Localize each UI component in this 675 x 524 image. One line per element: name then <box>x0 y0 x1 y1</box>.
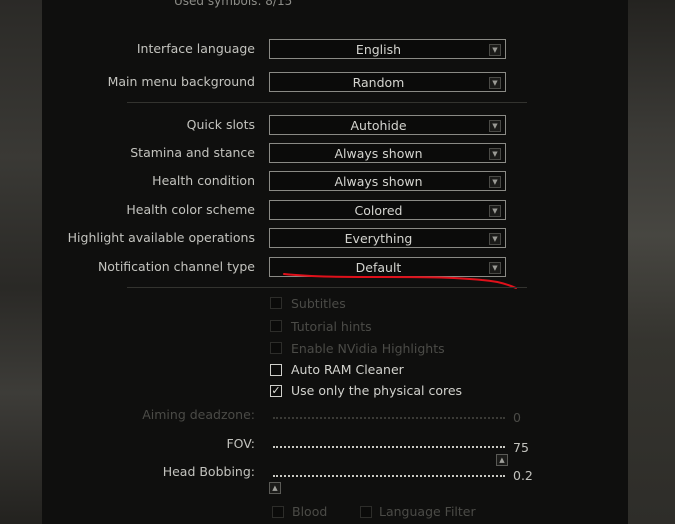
aiming-deadzone-label: Aiming deadzone: <box>142 407 255 422</box>
setting-label: Health condition <box>152 173 255 188</box>
used-symbols-text: Used symbols: 8/15 <box>174 0 293 8</box>
stamina-and-stance-select[interactable]: Always shown ▼ <box>269 143 506 163</box>
chevron-down-icon: ▼ <box>489 233 501 245</box>
setting-label: Highlight available operations <box>67 230 255 245</box>
chevron-down-icon: ▼ <box>489 205 501 217</box>
physical-cores-checkbox[interactable]: ✓ <box>270 385 282 397</box>
interface-language-select[interactable]: English ▼ <box>269 39 506 59</box>
tutorial-hints-checkbox[interactable] <box>270 320 282 332</box>
background-scene-left <box>0 0 42 524</box>
tutorial-hints-label: Tutorial hints <box>291 319 372 334</box>
select-value: Autohide <box>350 118 407 133</box>
highlight-available-operations-select[interactable]: Everything ▼ <box>269 228 506 248</box>
chevron-down-icon: ▼ <box>489 120 501 132</box>
subtitles-checkbox[interactable] <box>270 297 282 309</box>
chevron-up-icon[interactable]: ▲ <box>496 454 508 466</box>
chevron-down-icon: ▼ <box>489 44 501 56</box>
select-value: Everything <box>344 231 413 246</box>
subtitles-label: Subtitles <box>291 296 346 311</box>
setting-label: Main menu background <box>107 74 255 89</box>
section-divider <box>127 102 527 103</box>
select-value: Always shown <box>334 146 423 161</box>
auto-ram-cleaner-checkbox[interactable] <box>270 364 282 376</box>
setting-label: Health color scheme <box>126 202 255 217</box>
setting-label: Notification channel type <box>97 259 255 274</box>
chevron-down-icon: ▼ <box>489 148 501 160</box>
red-annotation-underline <box>283 273 517 289</box>
check-icon: ✓ <box>271 384 281 397</box>
health-condition-select[interactable]: Always shown ▼ <box>269 171 506 191</box>
fov-slider[interactable] <box>273 446 505 449</box>
language-filter-checkbox[interactable] <box>360 506 372 518</box>
chevron-down-icon: ▼ <box>489 176 501 188</box>
main-menu-background-select[interactable]: Random ▼ <box>269 72 506 92</box>
setting-label: Quick slots <box>186 117 255 132</box>
chevron-down-icon: ▼ <box>489 77 501 89</box>
select-value: Random <box>352 75 405 90</box>
quick-slots-select[interactable]: Autohide ▼ <box>269 115 506 135</box>
nvidia-highlights-label: Enable NVidia Highlights <box>291 341 445 356</box>
head-bobbing-slider[interactable] <box>273 475 505 478</box>
nvidia-highlights-checkbox[interactable] <box>270 342 282 354</box>
select-value: English <box>355 42 402 57</box>
blood-checkbox[interactable] <box>272 506 284 518</box>
chevron-up-icon[interactable]: ▲ <box>269 482 281 494</box>
select-value: Always shown <box>334 174 423 189</box>
section-divider <box>127 287 527 288</box>
setting-label: Stamina and stance <box>130 145 255 160</box>
auto-ram-cleaner-label: Auto RAM Cleaner <box>291 362 404 377</box>
head-bobbing-label: Head Bobbing: <box>162 464 255 479</box>
setting-label: Interface language <box>136 41 255 56</box>
fov-value: 75 <box>513 440 529 455</box>
aiming-deadzone-slider[interactable] <box>273 417 505 420</box>
health-color-scheme-select[interactable]: Colored ▼ <box>269 200 506 220</box>
physical-cores-label: Use only the physical cores <box>291 383 463 398</box>
language-filter-label: Language Filter <box>379 504 476 519</box>
select-value: Colored <box>354 203 403 218</box>
background-scene-right <box>628 0 675 524</box>
head-bobbing-value: 0.2 <box>513 468 533 483</box>
fov-label: FOV: <box>226 436 255 451</box>
aiming-deadzone-value: 0 <box>513 410 521 425</box>
blood-label: Blood <box>292 504 328 519</box>
